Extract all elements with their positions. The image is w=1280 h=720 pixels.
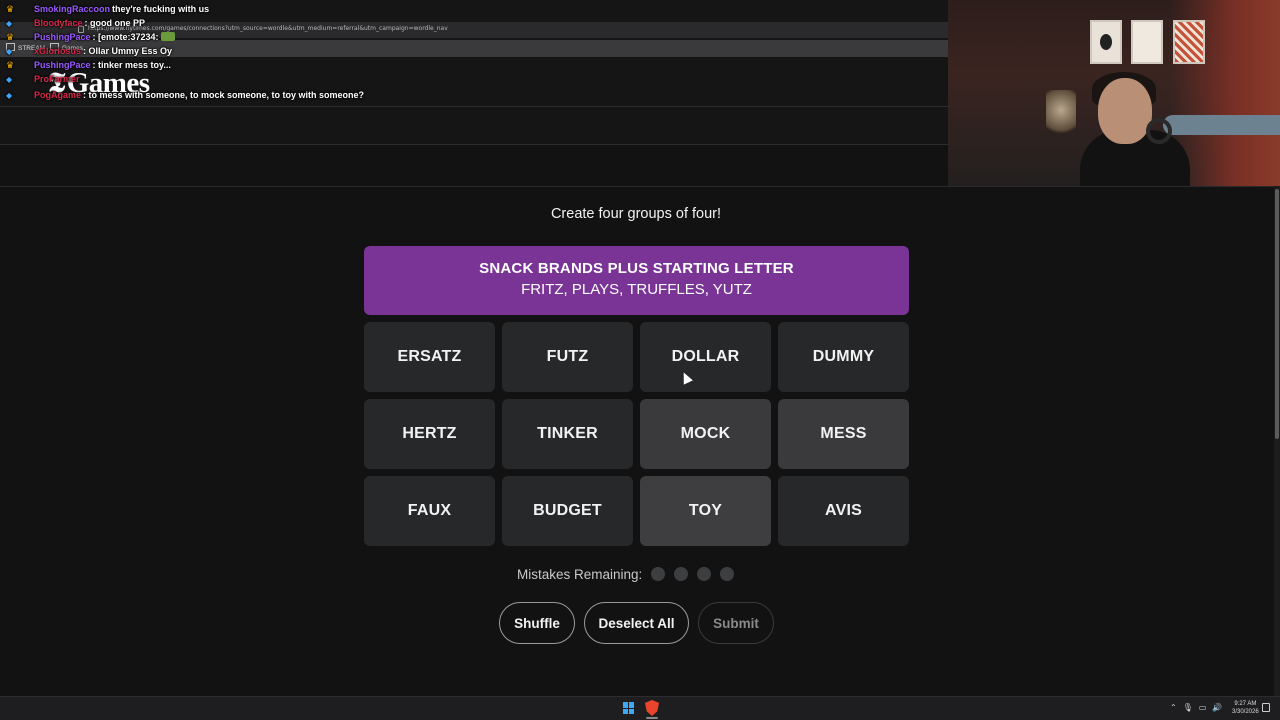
word-tile[interactable]: BUDGET [502,476,633,546]
chat-message: ♛ PushingPace: tinker mess toy... [6,60,171,70]
mistakes-remaining: Mistakes Remaining: [517,566,743,582]
word-tile[interactable]: DUMMY [778,322,909,392]
taskbar-clock[interactable]: 9:27 AM 3/30/2026 [1232,700,1259,716]
chat-username: PogAgame [34,90,82,100]
game-instructions: Create four groups of four! [550,206,722,222]
chat-text: good one PP [90,18,146,28]
word-tile[interactable]: HERTZ [364,399,495,469]
crown-badge-icon: ♛ [6,32,15,42]
notification-icon[interactable] [1262,703,1270,712]
mistake-dot-icon [674,567,689,581]
headset-icon [1146,118,1172,144]
mistake-dot-icon [651,567,666,581]
word-tile[interactable]: MOCK [640,399,771,469]
clock-date: 3/30/2026 [1232,709,1259,715]
word-tile[interactable]: AVIS [778,476,909,546]
mistake-dot-icon [720,567,735,581]
brave-browser-icon[interactable] [645,700,659,716]
windows-taskbar: ⌃ 🎙 ▭ 🔊 9:27 AM 3/30/2026 [0,696,1280,720]
chat-username: ProFarmer [34,74,80,84]
solved-group-title: SNACK BRANDS PLUS STARTING LETTER [479,260,794,277]
gem-badge-icon: ◆ [6,19,13,28]
chat-text: to mess with someone, to mock someone, t… [88,90,365,100]
active-app-indicator [646,717,658,719]
network-icon[interactable]: ▭ [1199,703,1207,712]
mistakes-label: Mistakes Remaining: [517,566,643,582]
scrollbar[interactable] [1274,186,1280,696]
mistake-dots [651,567,743,581]
chevron-up-icon[interactable]: ⌃ [1170,703,1177,712]
gem-badge-icon: ◆ [6,47,13,56]
scroll-thumb[interactable] [1275,189,1279,439]
wall-picture [1090,20,1122,64]
clock-time: 9:27 AM [1234,701,1257,707]
wall-picture [1173,20,1205,64]
chat-username: Bloodyface [34,18,83,28]
chat-message: ♛ PushingPace: [emote:37234: [6,32,176,43]
word-tile[interactable]: DOLLAR [640,322,771,392]
header-divider [0,106,948,107]
volume-icon[interactable]: 🔊 [1212,703,1222,712]
word-tile[interactable]: MESS [778,399,909,469]
chat-message: ◆ Bloodyface: good one PP [6,18,146,28]
word-tile[interactable]: FUTZ [502,322,633,392]
gem-badge-icon: ◆ [6,75,13,84]
windows-start-icon[interactable] [623,702,635,714]
chat-username: PushingPace [34,32,91,42]
deselect-all-button[interactable]: Deselect All [584,602,689,644]
submit-button[interactable]: Submit [698,602,774,644]
chat-message: ◆ xGloriosus: Ollar Ummy Ess Oy [6,46,173,56]
word-tile[interactable]: TINKER [502,399,633,469]
streamer-head [1098,78,1152,144]
chat-username: xGloriosus [34,46,82,56]
solved-group-purple: SNACK BRANDS PLUS STARTING LETTER FRITZ,… [364,246,909,315]
word-tile[interactable]: FAUX [364,476,495,546]
solved-group-members: FRITZ, PLAYS, TRUFFLES, YUTZ [521,281,752,298]
chat-text: tinker mess toy... [98,60,171,70]
gem-badge-icon: ◆ [6,91,13,100]
chat-text: Ollar Ummy Ess Oy [88,46,173,56]
crown-badge-icon: ♛ [6,4,15,14]
word-tile[interactable]: ERSATZ [364,322,495,392]
mistake-dot-icon [697,567,712,581]
chat-text: [emote:37234: [98,32,159,42]
chat-message: ♛ SmokingRaccoon they're fucking with us [6,4,209,15]
wall-picture [1131,20,1163,64]
microphone-icon[interactable]: 🎙 [1183,703,1193,712]
shuffle-button[interactable]: Shuffle [499,602,575,644]
word-tile[interactable]: TOY [640,476,771,546]
chat-message: ◆ PogAgame: to mess with someone, to mock… [6,90,365,100]
webcam-feed [948,0,1280,186]
chair [1163,115,1280,135]
crown-badge-icon: ♛ [6,60,15,70]
chat-text: they're fucking with us [112,4,210,14]
system-tray: ⌃ 🎙 ▭ 🔊 [1170,703,1222,712]
chat-username: PushingPace [34,60,91,70]
chat-username: SmokingRaccoon [34,4,111,14]
chat-message: ◆ ProFarmer [6,74,82,84]
subheader-divider [0,144,948,145]
lamp [1046,90,1076,140]
emote-icon [161,32,176,41]
